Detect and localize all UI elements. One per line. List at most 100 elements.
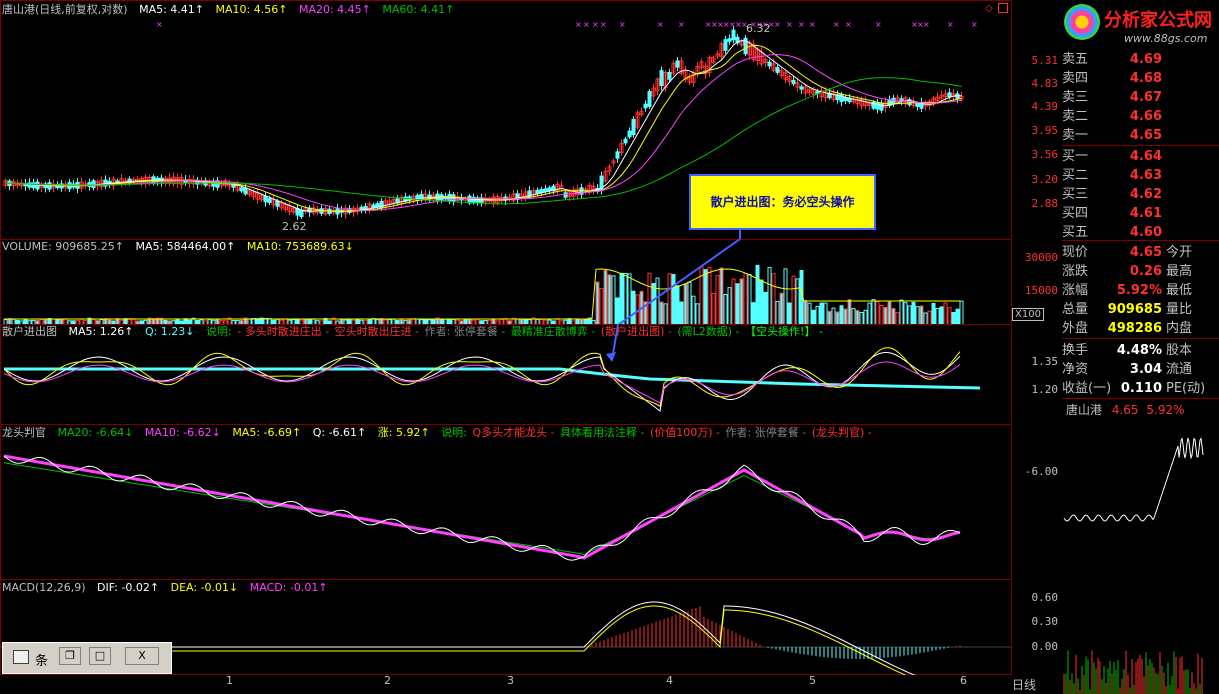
volume-tick: 30000: [1024, 251, 1058, 264]
volume-bar: [919, 305, 924, 325]
candle: [543, 188, 548, 192]
arrow-head-icon: [606, 352, 616, 362]
volume-bar: [803, 299, 808, 325]
volume-bar: [667, 273, 672, 325]
candle: [631, 118, 636, 136]
signal-marker: ×: [600, 20, 607, 29]
sanhu-tick: 1.35: [1031, 355, 1059, 368]
restore-button[interactable]: ❐: [59, 647, 81, 665]
extra-row: 收益(一) 0.110 PE(动): [1062, 379, 1205, 398]
close-button[interactable]: X: [125, 647, 159, 665]
signal-marker: ×: [809, 20, 816, 29]
stat-label2: 今开: [1166, 245, 1193, 260]
volume-bar: [679, 301, 684, 325]
volume-bar: [687, 281, 692, 325]
volume-bar: [663, 303, 668, 325]
volume-bar: [871, 299, 876, 325]
stat-value: 5.92%: [1116, 283, 1162, 298]
stat-value: 498286: [1107, 321, 1162, 336]
sanhu-q-line: [4, 367, 981, 390]
ask-label: 卖四: [1062, 71, 1089, 86]
volume-bar: [695, 303, 700, 325]
volume-bar: [655, 277, 660, 325]
bid-row: 买三 4.62: [1062, 185, 1162, 204]
stats-divider: [1062, 338, 1219, 339]
window-label: 条: [35, 654, 49, 669]
logo[interactable]: 分析家公式网 www.88gs.com: [1062, 0, 1219, 50]
volume-bar: [739, 278, 744, 325]
ask-label: 卖一: [1062, 128, 1089, 143]
volume-bar: [595, 281, 600, 325]
intraday-line: [1063, 437, 1204, 522]
volume-bar: [647, 272, 652, 325]
volume-bar: [791, 275, 796, 325]
volume-chart[interactable]: [0, 239, 1012, 325]
ask-row: 卖三 4.67: [1062, 88, 1162, 107]
candle: [647, 91, 652, 107]
volume-bar: [875, 301, 880, 325]
extra-value: 3.04: [1129, 362, 1162, 377]
callout-box[interactable]: 散户进出图：务必空头操作: [689, 174, 876, 230]
maximize-button[interactable]: □: [89, 647, 111, 665]
bid-label: 买三: [1062, 187, 1089, 202]
extra-label2: 流通: [1166, 362, 1193, 377]
volume-bar: [847, 299, 852, 325]
volume-bar: [623, 273, 628, 325]
bid-label: 买一: [1062, 149, 1089, 164]
volume-bar: [915, 306, 920, 325]
quote-panel: 分析家公式网 www.88gs.com 卖五 4.69 卖四 4.68 卖三 4.67 卖二…: [1012, 0, 1219, 694]
period-label[interactable]: 日线: [1012, 676, 1036, 693]
ask-row: 卖四 4.68: [1062, 69, 1162, 88]
candle: [915, 102, 920, 107]
candle: [775, 67, 780, 73]
volume-bar: [807, 302, 812, 325]
x-tick: 5: [809, 674, 816, 687]
volume-bar: [659, 301, 664, 325]
window-icon: [13, 650, 29, 664]
volume-bar: [819, 302, 824, 325]
volume-bar: [691, 295, 696, 325]
volume-bar: [747, 273, 752, 325]
volume-bar: [843, 308, 848, 325]
candle: [727, 38, 732, 42]
ask-value: 4.69: [1129, 52, 1162, 67]
mini-chart-divider: [1062, 398, 1219, 399]
signal-marker: ×: [678, 20, 685, 29]
volume-unit: X100: [1012, 308, 1044, 321]
signal-marker: ×: [583, 20, 590, 29]
volume-bar: [683, 283, 688, 325]
longtou-chart[interactable]: [0, 424, 1012, 580]
volume-bar: [767, 266, 772, 325]
bid-stats-divider: [1062, 240, 1219, 241]
volume-bar: [719, 267, 724, 325]
volume-bar: [711, 292, 716, 325]
price-tick: 4.39: [1031, 100, 1059, 113]
logo-url: www.88gs.com: [1124, 32, 1208, 45]
macd-tick: 0.60: [1031, 591, 1059, 604]
price-axis: 5.31 4.83 4.39 3.95 3.56 3.20 2.88: [1012, 0, 1060, 240]
volume-bar: [775, 300, 780, 325]
sanhu-chart[interactable]: [0, 324, 1012, 425]
ask-row: 卖二 4.66: [1062, 107, 1162, 126]
candle: [231, 184, 236, 188]
extra-row: 净资 3.04 流通: [1062, 360, 1192, 379]
x-tick: 4: [666, 674, 673, 687]
longtou-ma10-line: [3, 454, 961, 560]
signal-marker: ×: [833, 20, 840, 29]
volume-bar: [863, 309, 868, 325]
longtou-axis: -6.00: [1012, 424, 1060, 580]
stat-row: 现价 4.65 今开: [1062, 243, 1192, 262]
volume-bar: [615, 297, 620, 325]
price-tick: 3.95: [1031, 124, 1059, 137]
volume-bar: [891, 307, 896, 325]
longtou-tick: -6.00: [1024, 465, 1058, 478]
candle: [319, 208, 324, 214]
ask-row: 卖一 4.65: [1062, 126, 1162, 145]
extra-label: 收益(一): [1062, 381, 1112, 396]
intraday-mini-chart[interactable]: [1062, 418, 1219, 694]
ask-label: 卖五: [1062, 52, 1089, 67]
minimized-window[interactable]: 条 ❐ □ X: [2, 642, 172, 674]
stat-label2: 量比: [1166, 302, 1193, 317]
stat-label2: 最高: [1166, 264, 1193, 279]
candle: [767, 61, 772, 67]
